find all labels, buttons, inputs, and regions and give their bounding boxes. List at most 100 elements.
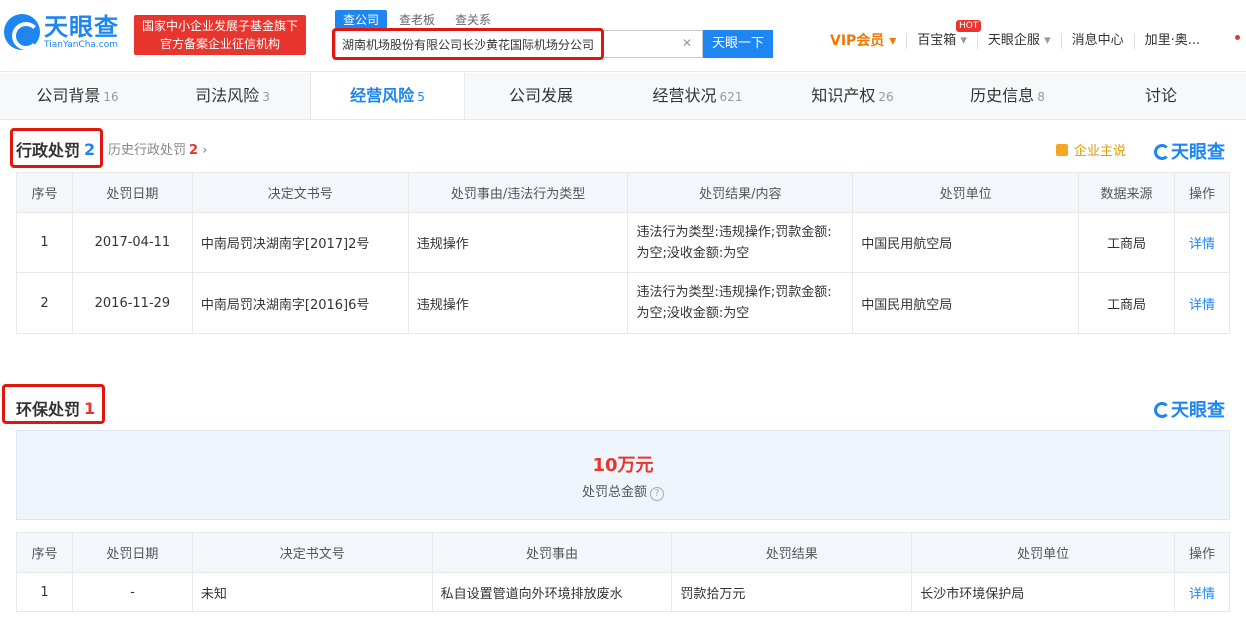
badge-line-2: 官方备案企业征信机构 [159, 37, 280, 51]
highlight-box-search [332, 28, 604, 60]
col-header: 处罚日期 [71, 532, 193, 573]
col-header: 处罚单位 [911, 532, 1175, 573]
credential-badge: 国家中小企业发展子基金旗下 官方备案企业征信机构 [134, 15, 306, 55]
total-label-row: 处罚总金额? [17, 481, 1229, 501]
promo-link[interactable]: 企业主说 [1056, 140, 1126, 159]
cell-no: 1 [16, 572, 73, 612]
help-icon[interactable]: ? [650, 487, 664, 501]
tab-count: 3 [262, 90, 270, 104]
tab-operating-status[interactable]: 经营状况 621 [620, 73, 775, 119]
cell-date: - [71, 572, 193, 612]
result-line: 为空;没收金额:为空 [636, 245, 750, 261]
tab-label: 公司背景 [36, 86, 101, 105]
speaker-icon [1056, 144, 1068, 156]
tab-background[interactable]: 公司背景 16 [0, 73, 155, 119]
history-label: 历史行政处罚 [108, 143, 187, 158]
tab-count: 26 [878, 90, 894, 104]
logo-name: 天眼查 [44, 13, 119, 41]
table-row: 2 2016-11-29 中南局罚决湖南字[2016]6号 违规操作 违法行为类… [16, 272, 1231, 334]
search-tab-company[interactable]: 查公司 [335, 10, 388, 29]
top-nav: VIP会员 ▾ 百宝箱 ▾ 天眼企服 ▾ 消息中心 加里·奥... [820, 33, 1210, 49]
tab-history[interactable]: 历史信息 8 [930, 73, 1085, 119]
tab-development[interactable]: 公司发展 [465, 73, 620, 119]
brand-watermark: 天眼查 [1154, 138, 1225, 164]
col-header: 序号 [16, 532, 73, 573]
search-tab-relation[interactable]: 查关系 [447, 10, 499, 29]
col-header: 序号 [16, 172, 73, 213]
col-header: 数据来源 [1078, 172, 1175, 213]
vip-link[interactable]: VIP会员 ▾ [820, 33, 908, 49]
tab-count: 621 [719, 90, 743, 104]
notification-dot [1235, 35, 1240, 40]
messages-link[interactable]: 消息中心 [1062, 33, 1135, 49]
promo-label: 企业主说 [1074, 144, 1127, 159]
cell-result: 违法行为类型:违规操作;罚款金额: 为空;没收金额:为空 [627, 272, 854, 334]
col-header: 处罚结果 [671, 532, 913, 573]
tab-label: 经营风险 [350, 86, 415, 105]
top-header: 天眼查 TianYanCha.com 国家中小企业发展子基金旗下 官方备案企业征… [0, 0, 1246, 72]
brand-text: 天眼查 [1171, 400, 1225, 421]
cell-doc: 未知 [191, 572, 433, 612]
cell-reason: 违规操作 [407, 272, 629, 334]
qifu-link[interactable]: 天眼企服 ▾ [978, 33, 1062, 49]
tab-label: 知识产权 [811, 86, 876, 105]
history-count: 2 [189, 143, 199, 158]
col-header: 处罚单位 [852, 172, 1080, 213]
cell-reason: 私自设置管道向外环境排放废水 [431, 572, 673, 612]
tab-judicial[interactable]: 司法风险 3 [155, 73, 310, 119]
cell-reason: 违规操作 [407, 212, 629, 273]
detail-link[interactable]: 详情 [1173, 572, 1231, 612]
cell-no: 2 [16, 272, 73, 334]
logo-icon [1154, 402, 1170, 418]
baobao-link[interactable]: 百宝箱 ▾ [907, 33, 978, 49]
search-button[interactable]: 天眼一下 [703, 30, 773, 58]
cell-doc: 中南局罚决湖南字[2016]6号 [191, 272, 409, 334]
hot-badge: HOT [956, 20, 982, 32]
cell-result: 违法行为类型:违规操作;罚款金额: 为空;没收金额:为空 [627, 212, 854, 273]
search-tab-boss[interactable]: 查老板 [391, 10, 443, 29]
logo-mark-icon [4, 14, 40, 50]
search-type-tabs: 查公司 查老板 查关系 [335, 10, 503, 29]
result-line: 违法行为类型:违规操作;罚款金额: [636, 224, 832, 240]
total-label: 处罚总金额 [581, 485, 647, 500]
cell-unit: 中国民用航空局 [852, 272, 1080, 334]
tab-count: 8 [1037, 90, 1045, 104]
tab-label: 讨论 [1144, 86, 1177, 105]
table-header-row: 序号 处罚日期 决定文书号 处罚事由/违法行为类型 处罚结果/内容 处罚单位 数… [16, 172, 1231, 213]
tab-operating-risk[interactable]: 经营风险 5 [310, 73, 465, 119]
badge-line-1: 国家中小企业发展子基金旗下 [141, 19, 298, 33]
logo-icon [1154, 144, 1170, 160]
tab-ip[interactable]: 知识产权 26 [775, 73, 930, 119]
cell-doc: 中南局罚决湖南字[2017]2号 [191, 212, 409, 273]
history-penalties-link[interactable]: 历史行政处罚 2 › [108, 139, 207, 158]
logo[interactable]: 天眼查 TianYanCha.com [4, 14, 119, 50]
col-header: 处罚事由/违法行为类型 [407, 172, 629, 213]
col-header: 操作 [1173, 532, 1231, 573]
result-line: 违法行为类型:违规操作;罚款金额: [636, 285, 832, 300]
vip-label: VIP会员 [830, 33, 885, 49]
env-penalty-table: 序号 处罚日期 决定书文号 处罚事由 处罚结果 处罚单位 操作 1 - 未知 私… [16, 532, 1231, 612]
chevron-down-icon: ▾ [889, 33, 897, 49]
detail-link[interactable]: 详情 [1173, 212, 1231, 273]
user-menu[interactable]: 加里·奥... [1135, 33, 1211, 49]
clear-icon[interactable]: ✕ [682, 36, 692, 50]
total-penalty-summary: 10万元 处罚总金额? [16, 430, 1230, 520]
detail-link[interactable]: 详情 [1173, 272, 1231, 334]
cell-source: 工商局 [1078, 272, 1175, 334]
chevron-down-icon: ▾ [960, 33, 967, 48]
logo-domain: TianYanCha.com [44, 40, 119, 50]
tab-count: 5 [417, 90, 425, 104]
col-header: 处罚结果/内容 [627, 172, 854, 213]
table-row: 1 2017-04-11 中南局罚决湖南字[2017]2号 违规操作 违法行为类… [16, 212, 1231, 273]
col-header: 决定书文号 [191, 532, 433, 573]
tab-label: 经营状况 [652, 86, 717, 105]
brand-text: 天眼查 [1171, 142, 1225, 163]
highlight-box-env [2, 384, 105, 424]
cell-source: 工商局 [1078, 212, 1175, 273]
tab-discussion[interactable]: 讨论 [1085, 73, 1240, 119]
chevron-down-icon: ▾ [1044, 33, 1051, 48]
cell-unit: 长沙市环境保护局 [911, 572, 1175, 612]
result-line: 为空;没收金额:为空 [636, 306, 750, 321]
brand-watermark: 天眼查 [1154, 396, 1225, 422]
cell-date: 2016-11-29 [71, 272, 193, 334]
